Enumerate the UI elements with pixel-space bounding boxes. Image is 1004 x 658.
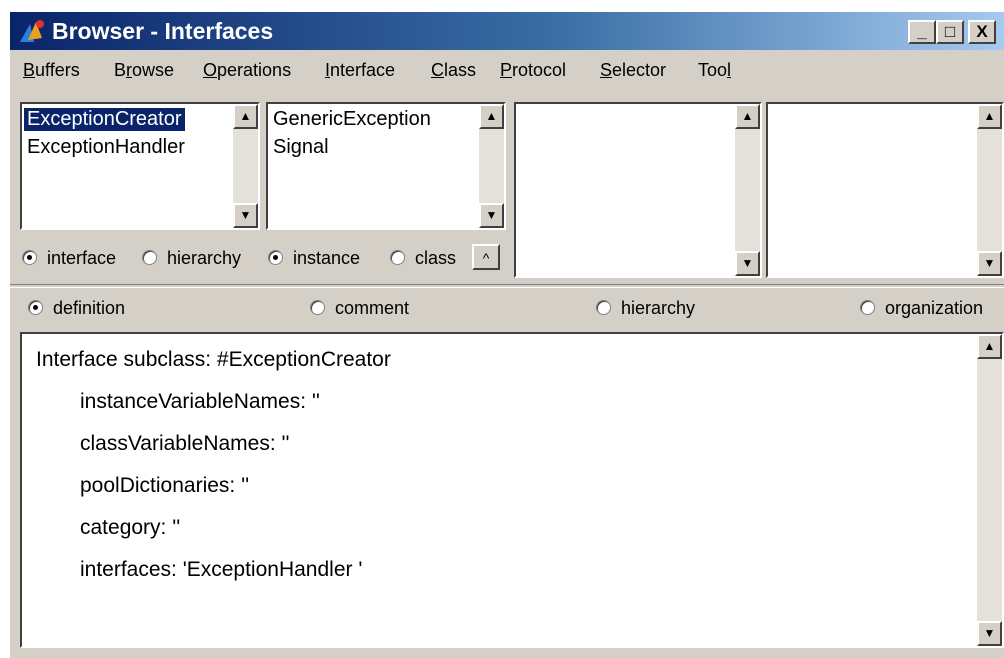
- protocol-list-pane[interactable]: ▲ ▼: [514, 102, 762, 278]
- scroll-down-icon[interactable]: ▼: [233, 203, 258, 228]
- code-line[interactable]: poolDictionaries: '': [80, 474, 249, 498]
- scroll-down-icon[interactable]: ▼: [735, 251, 760, 276]
- radio-instance[interactable]: [268, 250, 283, 265]
- radio-hierarchy-label: hierarchy: [167, 248, 242, 268]
- menu-buffers[interactable]: Buffers: [23, 60, 80, 81]
- menu-class[interactable]: Class: [431, 60, 476, 81]
- list-item[interactable]: ExceptionHandler: [24, 136, 188, 159]
- menu-interface[interactable]: Interface: [325, 60, 395, 81]
- radio-comment[interactable]: [310, 300, 325, 315]
- view-hierarchy[interactable]: hierarchy: [596, 298, 695, 319]
- view-organization[interactable]: organization: [860, 298, 983, 319]
- menu-mnemonic: O: [203, 60, 218, 80]
- radio-organization[interactable]: [860, 300, 875, 315]
- browser-app-icon: [20, 20, 44, 42]
- radio-class[interactable]: [390, 250, 405, 265]
- instance-toggle[interactable]: instance: [268, 248, 360, 269]
- list-item[interactable]: GenericException: [270, 108, 434, 131]
- scroll-up-icon[interactable]: ▲: [233, 104, 258, 129]
- menu-protocol[interactable]: Protocol: [500, 60, 566, 81]
- minimize-button[interactable]: _: [908, 20, 936, 44]
- scroll-down-icon[interactable]: ▼: [977, 251, 1002, 276]
- view-definition[interactable]: definition: [28, 298, 125, 319]
- code-line[interactable]: classVariableNames: '': [80, 432, 290, 456]
- menu-bar: Buffers Browse Operations Interface Clas…: [10, 52, 1004, 86]
- radio-interface-label: interface: [47, 248, 117, 268]
- menu-mnemonic: C: [431, 60, 444, 80]
- vertical-scrollbar[interactable]: ▲ ▼: [977, 334, 1002, 646]
- divider: [10, 284, 1004, 288]
- vertical-scrollbar[interactable]: ▲ ▼: [735, 104, 760, 276]
- minimize-icon: _: [917, 22, 927, 41]
- radio-instance-label: instance: [293, 248, 361, 268]
- menu-selector[interactable]: Selector: [600, 60, 666, 81]
- class-list-pane[interactable]: GenericException Signal ▲ ▼: [266, 102, 506, 230]
- code-line[interactable]: category: '': [80, 516, 180, 540]
- menu-mnemonic: B: [23, 60, 36, 80]
- menu-mnemonic: S: [600, 60, 613, 80]
- scroll-up-icon[interactable]: ▲: [479, 104, 504, 129]
- hierarchy-toggle[interactable]: hierarchy: [142, 248, 241, 269]
- scroll-up-icon[interactable]: ▲: [977, 334, 1002, 359]
- maximize-button[interactable]: □: [936, 20, 964, 44]
- class-toggle[interactable]: class: [390, 248, 470, 269]
- view-comment[interactable]: comment: [310, 298, 409, 319]
- menu-mnemonic: P: [500, 60, 513, 80]
- view-organization-label: organization: [885, 298, 984, 318]
- maximize-icon: □: [944, 22, 956, 41]
- scroll-up-icon[interactable]: ▲: [735, 104, 760, 129]
- class-toggle-clip: class: [390, 248, 470, 269]
- menu-browse[interactable]: Browse: [114, 60, 174, 81]
- scroll-down-icon[interactable]: ▼: [977, 621, 1002, 646]
- scroll-down-icon[interactable]: ▼: [479, 203, 504, 228]
- vertical-scrollbar[interactable]: ▲ ▼: [479, 104, 504, 228]
- menu-mnemonic: I: [325, 60, 331, 80]
- list-item[interactable]: Signal: [270, 136, 332, 159]
- list-item[interactable]: ExceptionCreator: [24, 108, 185, 131]
- window-title: Browser - Interfaces: [52, 18, 274, 44]
- menu-mnemonic: l: [727, 60, 732, 80]
- vertical-scrollbar[interactable]: ▲ ▼: [977, 104, 1002, 276]
- menu-mnemonic: r: [126, 60, 133, 80]
- view-definition-label: definition: [53, 298, 126, 318]
- class-side-button[interactable]: ^: [472, 244, 500, 270]
- radio-hierarchy[interactable]: [142, 250, 157, 265]
- radio-interface[interactable]: [22, 250, 37, 265]
- code-line[interactable]: Interface subclass: #ExceptionCreator: [36, 348, 391, 372]
- vertical-scrollbar[interactable]: ▲ ▼: [233, 104, 258, 228]
- radio-view-hierarchy[interactable]: [596, 300, 611, 315]
- close-button[interactable]: X: [968, 20, 996, 44]
- interface-list-pane[interactable]: ExceptionCreator ExceptionHandler ▲ ▼: [20, 102, 260, 230]
- radio-definition[interactable]: [28, 300, 43, 315]
- definition-text-pane[interactable]: Interface subclass: #ExceptionCreator in…: [20, 332, 1004, 648]
- selector-list-pane[interactable]: ▲ ▼: [766, 102, 1004, 278]
- code-line[interactable]: instanceVariableNames: '': [80, 390, 320, 414]
- view-hierarchy-label: hierarchy: [621, 298, 696, 318]
- interface-toggle[interactable]: interface: [22, 248, 116, 269]
- close-icon: X: [976, 22, 988, 41]
- browser-window: Browser - Interfaces _ □ X Buffers Brows…: [10, 12, 1004, 658]
- view-comment-label: comment: [335, 298, 410, 318]
- code-line[interactable]: interfaces: 'ExceptionHandler ': [80, 558, 362, 582]
- menu-tool[interactable]: Tool: [698, 60, 731, 81]
- scroll-up-icon[interactable]: ▲: [977, 104, 1002, 129]
- menu-operations[interactable]: Operations: [203, 60, 291, 81]
- radio-class-label: class: [415, 248, 457, 268]
- title-bar[interactable]: Browser - Interfaces _ □ X: [10, 12, 1004, 50]
